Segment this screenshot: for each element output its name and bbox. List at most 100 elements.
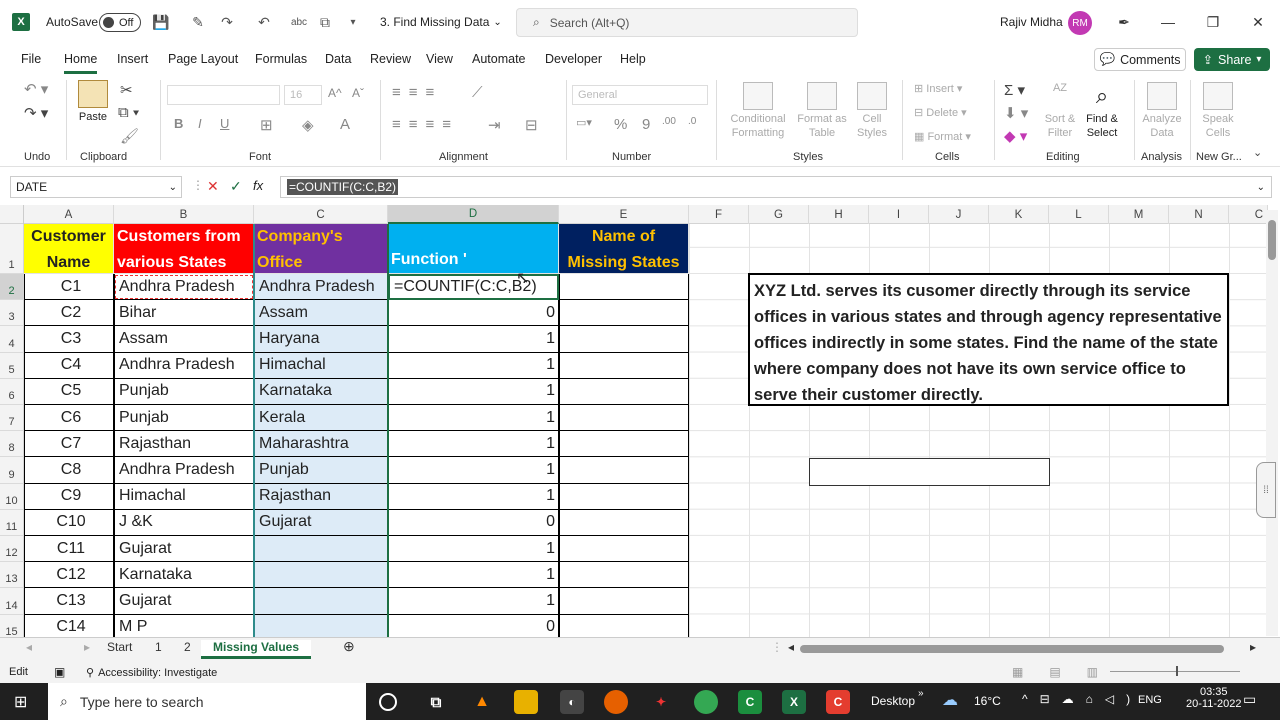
cell-a-row[interactable]: C10 xyxy=(24,509,114,536)
fill-color-icon[interactable]: ◈ xyxy=(302,116,314,134)
cell-a-row[interactable]: C1 xyxy=(24,274,114,301)
header-missing-states[interactable]: Name of Missing States xyxy=(559,224,689,274)
number-format-dropdown[interactable]: General xyxy=(572,85,708,105)
cell-e-row[interactable] xyxy=(559,326,689,353)
cell-d-row[interactable]: 1 xyxy=(388,431,559,458)
column-header-d[interactable]: D xyxy=(388,205,559,224)
column-header-b[interactable]: B xyxy=(114,205,254,224)
cell-e-row[interactable] xyxy=(559,274,689,301)
cell-c-row[interactable] xyxy=(254,614,388,637)
cell-c-row[interactable]: Assam xyxy=(254,300,388,327)
cell-e-row[interactable] xyxy=(559,588,689,615)
cell-b-row[interactable]: Andhra Pradesh xyxy=(114,457,254,484)
sheet-tab-start[interactable]: Start xyxy=(107,640,132,654)
header-customer-name[interactable]: Customer Name xyxy=(24,224,114,274)
cell-a-row[interactable]: C12 xyxy=(24,562,114,589)
cell-a-row[interactable]: C14 xyxy=(24,614,114,637)
cell-c-row[interactable] xyxy=(254,562,388,589)
cell-c-row[interactable] xyxy=(254,588,388,615)
cell-d-row[interactable]: 1 xyxy=(388,483,559,510)
tab-page-layout[interactable]: Page Layout xyxy=(168,52,238,66)
currency-icon[interactable]: ▭▾ xyxy=(576,116,592,129)
drag-handle-icon[interactable]: ⋮ xyxy=(192,178,204,192)
cell-b-row[interactable]: Assam xyxy=(114,326,254,353)
column-header-i[interactable]: I xyxy=(869,205,929,224)
enter-icon[interactable]: ✓ xyxy=(230,178,242,195)
cell-e-row[interactable] xyxy=(559,457,689,484)
row-header-10[interactable]: 10 xyxy=(0,483,24,510)
row-header-2[interactable]: 2 xyxy=(0,274,24,301)
cell-c-row[interactable]: Maharashtra xyxy=(254,431,388,458)
app-tool-icon[interactable]: ✦ xyxy=(649,690,673,714)
column-header-g[interactable]: G xyxy=(749,205,809,224)
hscroll-right-icon[interactable]: ▸ xyxy=(1250,640,1256,654)
delete-cells-button[interactable]: ⊟ Delete ▾ xyxy=(914,106,967,119)
cancel-icon[interactable]: ✕ xyxy=(207,178,219,195)
sheet-tab-2[interactable]: 2 xyxy=(184,640,191,654)
name-box[interactable]: DATE ⌄ xyxy=(10,176,182,198)
font-family-dropdown[interactable] xyxy=(167,85,280,105)
column-header-f[interactable]: F xyxy=(689,205,749,224)
cell-e-row[interactable] xyxy=(559,431,689,458)
cell-d-row[interactable]: 1 xyxy=(388,326,559,353)
indent-icon[interactable]: ⇥ xyxy=(488,116,501,134)
tab-review[interactable]: Review xyxy=(370,52,411,66)
cell-b-row[interactable]: Karnataka xyxy=(114,562,254,589)
conditional-formatting-button[interactable]: Conditional Formatting xyxy=(724,82,792,141)
tab-automate[interactable]: Automate xyxy=(472,52,526,66)
firefox-icon[interactable] xyxy=(604,690,628,714)
cell-e-row[interactable] xyxy=(559,562,689,589)
cell-c-row[interactable]: Rajasthan xyxy=(254,483,388,510)
vertical-scrollbar[interactable] xyxy=(1266,210,1278,636)
column-header-h[interactable]: H xyxy=(809,205,869,224)
cell-a-row[interactable]: C5 xyxy=(24,378,114,405)
weather-icon[interactable]: ☁ xyxy=(942,690,958,710)
row-header-7[interactable]: 7 xyxy=(0,405,24,432)
redo-icon[interactable]: ↷ ▾ xyxy=(24,104,48,122)
horizontal-align-icons[interactable]: ≡≡≡≡ xyxy=(392,116,459,133)
customize-toolbar-icon[interactable]: ▾ xyxy=(344,13,362,31)
header-function[interactable]: Function ' xyxy=(388,224,559,274)
temperature[interactable]: 16°C xyxy=(974,694,1001,708)
zoom-slider[interactable] xyxy=(1110,671,1240,672)
sheet-tab-1[interactable]: 1 xyxy=(155,640,162,654)
pen-icon[interactable]: ✒ xyxy=(1114,12,1134,32)
macro-icon[interactable]: ▣ xyxy=(54,665,65,679)
vertical-align-icons[interactable]: ≡≡≡ xyxy=(392,84,442,101)
task-view-icon[interactable]: ⧉ xyxy=(424,690,448,714)
header-customers-from-states[interactable]: Customers from various States xyxy=(114,224,254,274)
redo-icon[interactable]: ↷ xyxy=(218,13,236,31)
row-header-12[interactable]: 12 xyxy=(0,536,24,563)
cell-c-row[interactable]: Gujarat xyxy=(254,509,388,536)
share-button[interactable]: ⇪ Share ▾ xyxy=(1194,48,1270,71)
cell-c-row[interactable]: Himachal xyxy=(254,352,388,379)
insert-cells-button[interactable]: ⊞ Insert ▾ xyxy=(914,82,962,95)
cell-a-row[interactable]: C3 xyxy=(24,326,114,353)
scroll-left-icon[interactable]: ◂ xyxy=(26,640,32,654)
font-size-dropdown[interactable]: 16 xyxy=(284,85,322,105)
column-header-m[interactable]: M xyxy=(1109,205,1169,224)
column-header-n[interactable]: N xyxy=(1169,205,1229,224)
tab-home[interactable]: Home xyxy=(64,52,98,74)
borders-icon[interactable]: ⊞ xyxy=(260,116,273,134)
add-sheet-icon[interactable]: ⊕ xyxy=(343,638,355,655)
save-icon[interactable]: 💾 xyxy=(152,13,170,31)
file-explorer-icon[interactable] xyxy=(514,690,538,714)
cell-b-row[interactable]: Andhra Pradesh xyxy=(114,352,254,379)
row-header-1[interactable]: 1 xyxy=(0,224,24,274)
format-painter-icon[interactable]: 🖌 xyxy=(120,127,139,145)
cell-a-row[interactable]: C9 xyxy=(24,483,114,510)
clock[interactable]: 03:35 20-11-2022 xyxy=(1186,686,1241,710)
cell-c-row[interactable]: Punjab xyxy=(254,457,388,484)
avatar[interactable]: RM xyxy=(1068,11,1092,35)
tab-developer[interactable]: Developer xyxy=(545,52,602,66)
problem-textbox[interactable]: XYZ Ltd. serves its cusomer directly thr… xyxy=(748,273,1229,406)
row-header-4[interactable]: 4 xyxy=(0,326,24,353)
tab-insert[interactable]: Insert xyxy=(117,52,148,66)
insert-function-icon[interactable]: fx xyxy=(253,178,263,193)
cell-c-row[interactable]: Andhra Pradesh xyxy=(254,274,388,301)
font-color-icon[interactable]: A xyxy=(340,116,350,133)
cell-c-row[interactable] xyxy=(254,536,388,563)
accessibility-status[interactable]: ⚲ Accessibility: Investigate xyxy=(86,666,217,680)
cell-d-row[interactable]: 0 xyxy=(388,509,559,536)
